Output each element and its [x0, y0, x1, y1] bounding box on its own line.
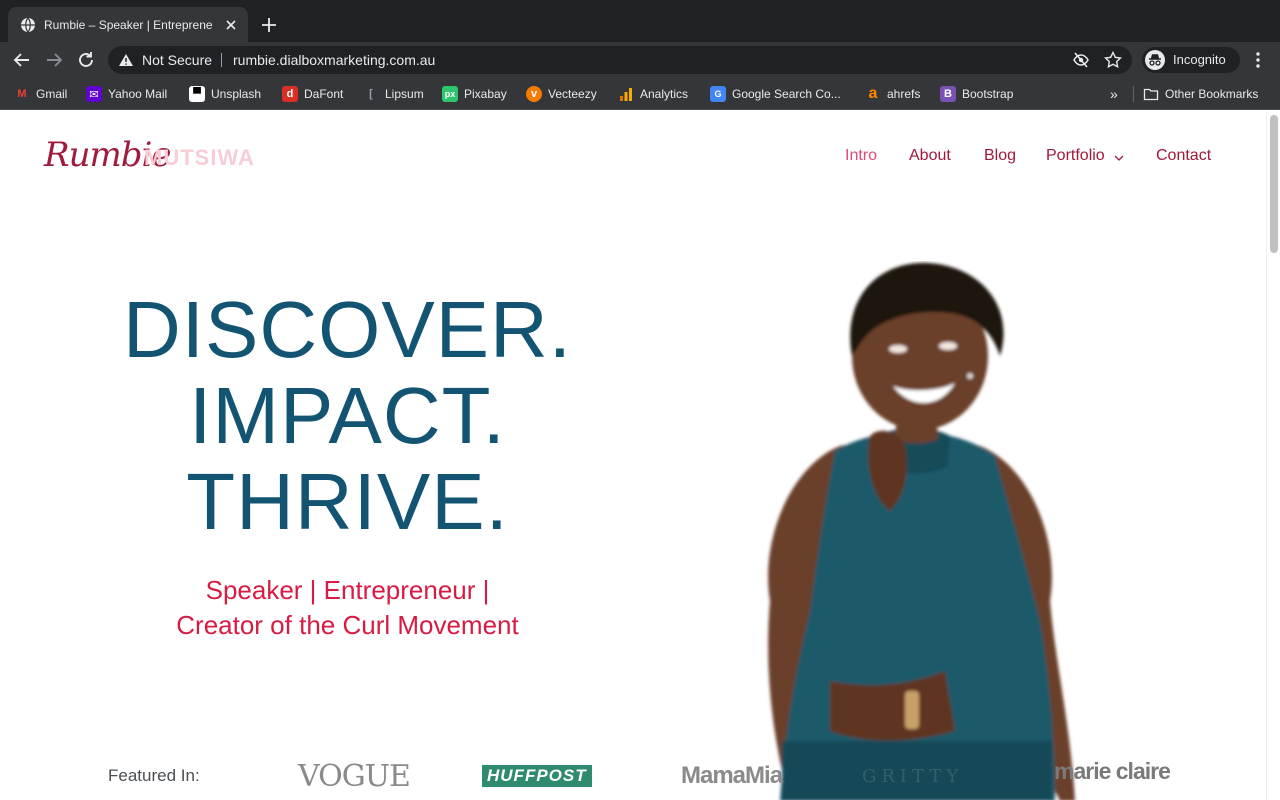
forward-arrow-icon[interactable] — [44, 50, 64, 70]
nav-label: About — [909, 147, 951, 164]
bookmark-lipsum[interactable]: [ Lipsum — [363, 85, 424, 103]
bookmark-label: Vecteezy — [548, 87, 597, 101]
press-logo-text: HUFFPOST — [482, 765, 592, 787]
tagline-line-2: Creator of the Curl Movement — [176, 610, 519, 640]
lipsum-icon: [ — [369, 88, 373, 100]
press-logo-huffpost: HUFFPOST — [482, 756, 592, 796]
ahrefs-icon: a — [868, 85, 878, 102]
bookmark-unsplash[interactable]: ▀ Unsplash — [189, 85, 261, 103]
globe-icon — [21, 17, 35, 33]
web-page: Rumbie MUTSIWA Intro About Blog Portfoli… — [0, 111, 1266, 800]
bookmark-label: Bootstrap — [962, 87, 1014, 101]
press-logo-text: MamaMia — [681, 762, 783, 789]
back-arrow-icon[interactable] — [12, 50, 32, 70]
bookmark-gmail[interactable]: M Gmail — [14, 85, 67, 103]
tab-title: Rumbie – Speaker | Entreprene — [44, 18, 213, 32]
bookmark-label: Gmail — [36, 87, 68, 101]
dafont-icon: d — [282, 86, 298, 102]
search-console-icon: G — [710, 86, 726, 102]
press-logo-text: marie claire — [1054, 757, 1171, 784]
bookmark-dafont[interactable]: d DaFont — [282, 85, 343, 103]
close-tab-icon[interactable] — [223, 17, 239, 33]
bootstrap-icon: B — [940, 86, 956, 102]
press-logo-vogue: VOGUE — [298, 756, 411, 796]
headline-line-1: DISCOVER. — [122, 285, 573, 374]
nav-contact[interactable]: Contact — [1156, 145, 1211, 167]
bookmark-label: DaFont — [304, 87, 344, 101]
hero-portrait-image — [768, 262, 1075, 800]
omnibox-divider — [221, 53, 222, 67]
nav-portfolio[interactable]: Portfolio — [1046, 145, 1125, 167]
bookmarks-divider — [1133, 86, 1134, 102]
new-tab-icon[interactable] — [260, 16, 278, 34]
bookmark-label: Yahoo Mail — [108, 87, 168, 101]
bookmark-label: Lipsum — [385, 87, 424, 101]
bookmark-google-search-console[interactable]: G Google Search Co... — [710, 85, 841, 103]
warning-icon[interactable] — [118, 53, 134, 67]
bookmark-bootstrap[interactable]: B Bootstrap — [940, 85, 1013, 103]
nav-label: Contact — [1156, 147, 1212, 164]
site-logo[interactable]: Rumbie MUTSIWA — [44, 133, 274, 183]
analytics-icon — [620, 88, 632, 101]
folder-icon — [1143, 88, 1159, 101]
incognito-icon — [1145, 50, 1165, 70]
scrollbar-thumb[interactable] — [1270, 115, 1278, 253]
press-logo-text: VOGUE — [298, 758, 411, 794]
bookmark-label: ahrefs — [887, 87, 921, 101]
security-status[interactable]: Not Secure — [142, 52, 212, 68]
bookmark-label: Pixabay — [464, 87, 507, 101]
nav-intro[interactable]: Intro — [845, 145, 877, 167]
other-bookmarks-folder[interactable]: Other Bookmarks — [1143, 85, 1258, 103]
press-logo-marie-claire: marie claire — [1054, 751, 1171, 791]
pixabay-icon: px — [442, 86, 458, 102]
browser-tab-active[interactable]: Rumbie – Speaker | Entreprene — [8, 7, 248, 42]
headline-line-2: IMPACT. — [189, 371, 506, 460]
press-logo-text: GRITTY — [862, 765, 964, 787]
more-menu-icon[interactable] — [1250, 50, 1266, 70]
profile-label: Incognito — [1173, 52, 1226, 67]
bookmark-label: Unsplash — [211, 87, 262, 101]
nav-label: Intro — [845, 147, 878, 164]
chevron-down-icon — [1114, 155, 1124, 161]
featured-in-label: Featured In: — [108, 766, 200, 785]
bookmark-label: Other Bookmarks — [1165, 87, 1259, 101]
gmail-icon: M — [17, 88, 27, 100]
bookmark-star-icon[interactable] — [1104, 51, 1122, 69]
bookmark-label: Analytics — [640, 87, 689, 101]
yahoo-mail-icon: ✉ — [86, 86, 102, 102]
browser-tab-strip: Rumbie – Speaker | Entreprene — [0, 0, 1280, 42]
bookmark-ahrefs[interactable]: a ahrefs — [865, 85, 921, 103]
address-bar[interactable]: Not Secure rumbie.dialboxmarketing.com.a… — [108, 46, 1132, 74]
browser-toolbar: Not Secure rumbie.dialboxmarketing.com.a… — [0, 42, 1280, 78]
unsplash-icon: ▀ — [189, 86, 205, 102]
nav-label: Blog — [984, 147, 1017, 164]
tagline-line-1: Speaker | Entrepreneur | — [205, 575, 490, 605]
page-scrollbar[interactable] — [1266, 111, 1280, 800]
logo-caps-text: MUTSIWA — [144, 145, 255, 170]
nav-about[interactable]: About — [909, 145, 951, 167]
eye-off-icon[interactable] — [1072, 52, 1090, 68]
vecteezy-icon: v — [526, 86, 542, 102]
nav-blog[interactable]: Blog — [984, 145, 1016, 167]
reload-icon[interactable] — [76, 50, 96, 70]
bookmark-label: Google Search Co... — [732, 87, 841, 101]
bookmark-analytics[interactable]: Analytics — [618, 85, 688, 103]
incognito-profile-button[interactable]: Incognito — [1142, 47, 1240, 73]
bookmark-pixabay[interactable]: px Pixabay — [442, 85, 507, 103]
nav-label: Portfolio — [1046, 147, 1105, 164]
bookmark-vecteezy[interactable]: v Vecteezy — [526, 85, 597, 103]
bookmark-yahoo-mail[interactable]: ✉ Yahoo Mail — [86, 85, 167, 103]
bookmarks-bar: M Gmail ✉ Yahoo Mail ▀ Unsplash d DaFont… — [0, 78, 1280, 110]
more-bookmarks-chevron[interactable]: » — [1110, 85, 1118, 103]
headline-line-3: THRIVE. — [186, 457, 509, 546]
url-text[interactable]: rumbie.dialboxmarketing.com.au — [233, 52, 435, 68]
press-logo-mamamia: MamaMia — [681, 756, 783, 796]
press-logo-gritty: GRITTY — [862, 756, 963, 796]
